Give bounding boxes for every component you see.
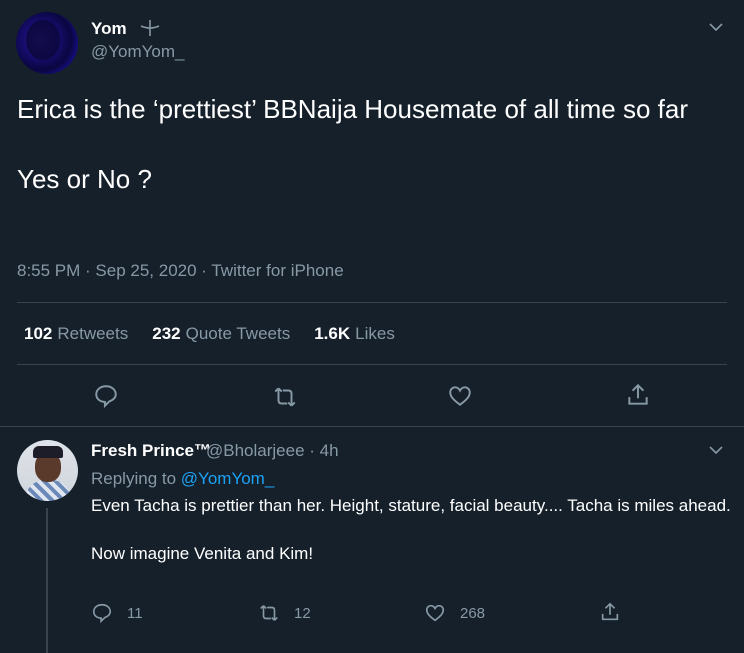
replying-to: Replying to @YomYom_: [91, 469, 274, 489]
reply-share-action[interactable]: [599, 601, 621, 623]
share-icon: [601, 602, 619, 621]
reply-like-action[interactable]: 268: [424, 602, 485, 624]
chevron-down-icon[interactable]: [707, 441, 725, 459]
author-handle[interactable]: @YomYom_: [91, 42, 185, 62]
reply-icon: [92, 603, 112, 624]
share-icon[interactable]: [625, 382, 651, 408]
retweet-count: 12: [294, 604, 311, 622]
verified-glyph-icon: [139, 19, 161, 37]
retweets-stat[interactable]: 102 Retweets: [24, 324, 128, 344]
divider: [17, 302, 727, 303]
like-icon: [425, 604, 445, 622]
reply-text-p1: Even Tacha is prettier than her. Height,…: [91, 496, 731, 515]
reply-author-handle[interactable]: @Bholarjeee · 4h: [206, 441, 339, 461]
reply-reply-action[interactable]: 11: [91, 602, 143, 624]
likes-count: 1.6K: [314, 324, 351, 343]
reply-retweet-action[interactable]: 12: [258, 602, 311, 624]
tweet-text-line2: Yes or No ?: [17, 164, 152, 194]
replying-prefix: Replying to: [91, 469, 177, 488]
reply-icon[interactable]: [93, 383, 119, 409]
quotes-label: Quote Tweets: [185, 324, 291, 343]
quotes-count: 232: [152, 324, 181, 343]
retweets-label: Retweets: [57, 324, 129, 343]
reply-author-avatar[interactable]: [17, 440, 78, 501]
likes-stat[interactable]: 1.6K Likes: [314, 324, 395, 344]
tweet-text: Erica is the ‘prettiest’ BBNaija Housema…: [17, 92, 727, 197]
replying-to-link[interactable]: @YomYom_: [181, 469, 275, 488]
reply-text-p2: Now imagine Venita and Kim!: [91, 544, 314, 563]
tweet-meta[interactable]: 8:55 PM · Sep 25, 2020 · Twitter for iPh…: [17, 261, 344, 281]
likes-label: Likes: [355, 324, 395, 343]
retweet-icon: [260, 605, 278, 621]
divider: [0, 426, 744, 427]
reply-count: 11: [127, 604, 143, 622]
retweet-icon[interactable]: [272, 384, 298, 410]
retweets-count: 102: [24, 324, 53, 343]
quotes-stat[interactable]: 232 Quote Tweets: [152, 324, 290, 344]
chevron-down-icon[interactable]: [707, 18, 725, 36]
tweet-stats: 102 Retweets 232 Quote Tweets 1.6K Likes: [24, 324, 395, 344]
author-name[interactable]: Yom: [91, 19, 127, 39]
like-count: 268: [460, 604, 486, 622]
author-avatar[interactable]: [16, 12, 78, 74]
reply-author-name[interactable]: Fresh Prince™: [91, 441, 211, 461]
like-icon[interactable]: [447, 383, 473, 409]
reply-text: Even Tacha is prettier than her. Height,…: [91, 494, 731, 566]
thread-line: [46, 508, 48, 653]
divider: [17, 364, 727, 365]
tweet-text-line1: Erica is the ‘prettiest’ BBNaija Housema…: [17, 94, 688, 124]
